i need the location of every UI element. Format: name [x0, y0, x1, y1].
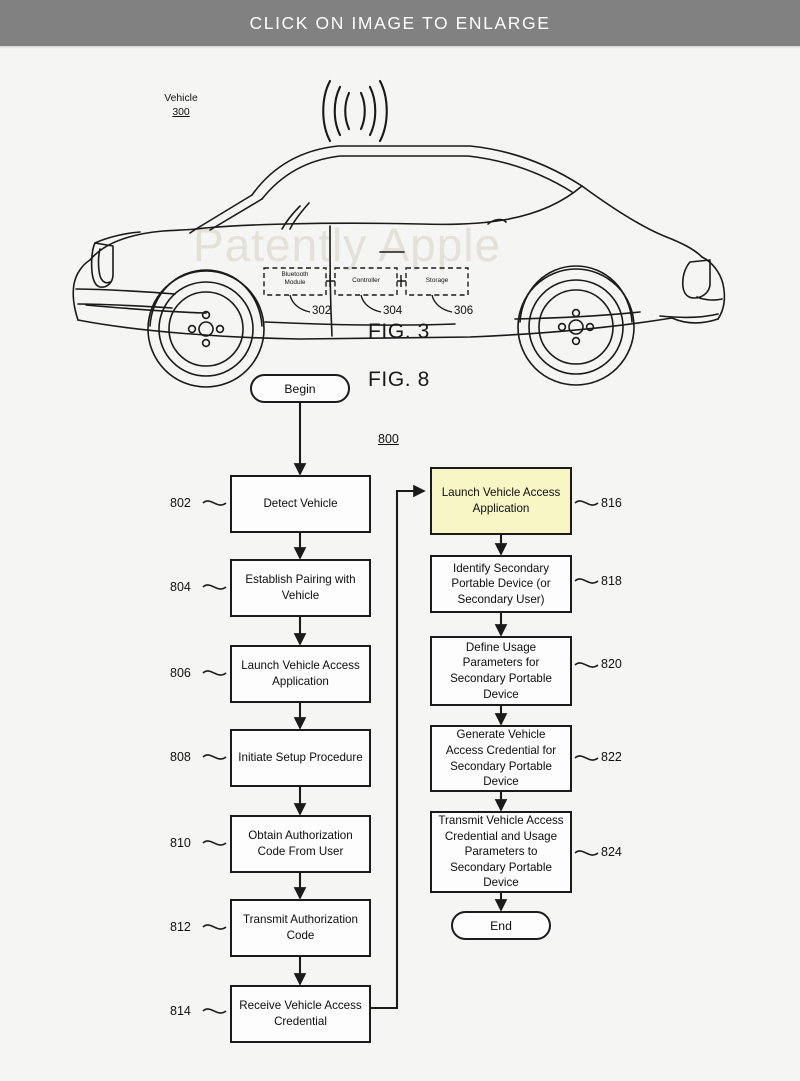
flow-ref-822: 822: [601, 750, 622, 764]
flow-ref-816: 816: [601, 496, 622, 510]
flow-ref-812: 812: [170, 920, 191, 934]
flow-step-814[interactable]: Receive Vehicle Access Credential: [230, 985, 371, 1043]
flow-step-824[interactable]: Transmit Vehicle Access Credential and U…: [430, 811, 572, 893]
flow-ref-806: 806: [170, 666, 191, 680]
flowchart-ref-800: 800: [378, 432, 399, 446]
flow-ref-824: 824: [601, 845, 622, 859]
loop-connector-814-to-816: [371, 484, 426, 1010]
flow-step-808[interactable]: Initiate Setup Procedure: [230, 729, 371, 787]
flow-step-810[interactable]: Obtain Authorization Code From User: [230, 815, 371, 873]
flow-step-812[interactable]: Transmit Authorization Code: [230, 899, 371, 957]
flow-ref-814: 814: [170, 1004, 191, 1018]
click-to-enlarge-banner[interactable]: CLICK ON IMAGE TO ENLARGE: [0, 0, 800, 46]
flow-step-818[interactable]: Identify Secondary Portable Device (or S…: [430, 555, 572, 613]
flow-ref-810: 810: [170, 836, 191, 850]
flow-terminal-begin[interactable]: Begin: [250, 374, 350, 403]
flow-step-802[interactable]: Detect Vehicle: [230, 475, 371, 533]
flow-step-822[interactable]: Generate Vehicle Access Credential for S…: [430, 725, 572, 792]
flow-ref-818: 818: [601, 574, 622, 588]
flowchart-connectors: [202, 402, 599, 1014]
flow-ref-808: 808: [170, 750, 191, 764]
flow-step-816[interactable]: Launch Vehicle Access Application: [430, 467, 572, 535]
flow-ref-804: 804: [170, 580, 191, 594]
flow-ref-802: 802: [170, 496, 191, 510]
flow-step-806[interactable]: Launch Vehicle Access Application: [230, 645, 371, 703]
figure-canvas: Patently Apple Vehicle 300 Bluetooth Mod…: [0, 46, 800, 1081]
flow-ref-820: 820: [601, 657, 622, 671]
flow-step-804[interactable]: Establish Pairing with Vehicle: [230, 559, 371, 617]
banner-label: CLICK ON IMAGE TO ENLARGE: [249, 12, 551, 33]
flow-step-820[interactable]: Define Usage Parameters for Secondary Po…: [430, 636, 572, 706]
flow-terminal-end[interactable]: End: [451, 911, 551, 940]
patent-figure-page: CLICK ON IMAGE TO ENLARGE Patently Apple: [0, 0, 800, 1081]
